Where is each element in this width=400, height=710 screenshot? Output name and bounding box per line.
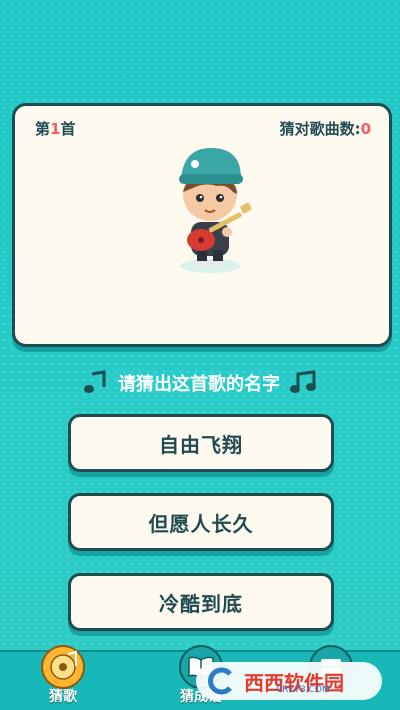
answer-option-label: 自由飞翔	[159, 432, 243, 457]
music-note-icon	[84, 370, 106, 393]
guitarist-character-illustration	[179, 148, 252, 273]
answer-option-2[interactable]: 但愿人长久	[68, 493, 334, 551]
tab-guess-song[interactable]: 猜歌	[28, 645, 98, 710]
correct-label: 猜对歌曲数:	[279, 120, 361, 138]
vinyl-music-icon	[41, 645, 85, 689]
tab-label: 猜歌	[49, 689, 77, 705]
watermark-c-icon	[208, 667, 232, 695]
watermark-logo: 西西软件园 CR173.COM	[196, 662, 382, 700]
correct-count: 0	[360, 120, 371, 138]
song-suffix: 首	[60, 120, 76, 138]
song-counter: 第1首	[35, 118, 75, 139]
question-card: 第1首 猜对歌曲数:0	[12, 103, 392, 347]
prompt-text: 请猜出这首歌的名字	[118, 374, 280, 395]
answer-option-3[interactable]: 冷酷到底	[68, 573, 334, 631]
answer-option-label: 但愿人长久	[148, 511, 254, 536]
song-prefix: 第	[35, 120, 51, 138]
answer-option-label: 冷酷到底	[159, 591, 243, 616]
answer-option-1[interactable]: 自由飞翔	[68, 414, 334, 472]
question-prompt: 请猜出这首歌的名字	[0, 368, 400, 398]
song-number: 1	[50, 120, 61, 138]
watermark-subtext: CR173.COM	[276, 685, 330, 695]
double-music-note-icon	[290, 370, 316, 393]
correct-counter: 猜对歌曲数:0	[280, 118, 371, 139]
